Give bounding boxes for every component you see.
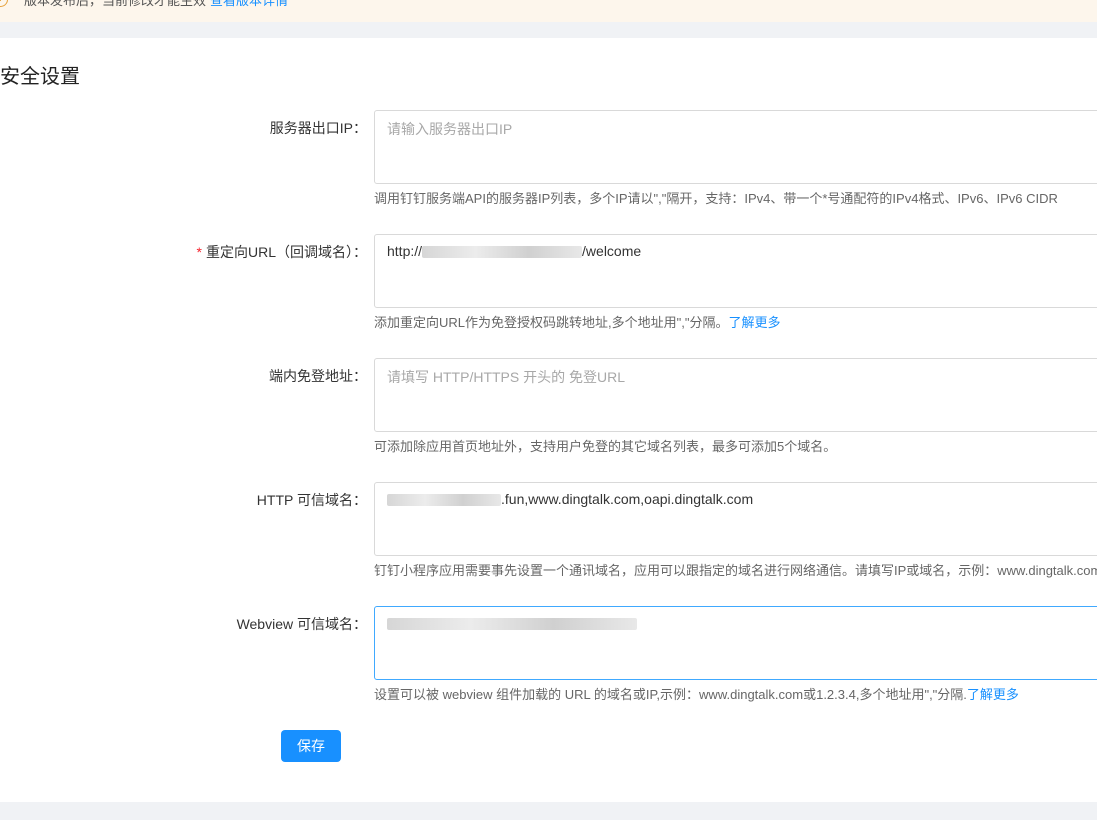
- version-notice-bar: ! 版本发布后，当前修改才能生效查看版本详情: [0, 0, 1097, 22]
- redacted-text: [387, 618, 637, 631]
- http-domain-value: .fun,www.dingtalk.com,oapi.dingtalk.com: [501, 491, 754, 507]
- sso-address-placeholder: 请填写 HTTP/HTTPS 开头的 免登URL: [387, 369, 626, 385]
- page-title: 安全设置: [0, 66, 80, 88]
- server-ip-label: 服务器出口IP：: [269, 120, 367, 136]
- security-settings-panel: 安全设置 服务器出口IP： 请输入服务器出口IP 调用钉钉服务端API的服务器I…: [0, 38, 1097, 802]
- http-domain-input[interactable]: .fun,www.dingtalk.com,oapi.dingtalk.com: [374, 482, 1097, 556]
- sso-address-label: 端内免登地址：: [269, 368, 367, 384]
- webview-domain-label: Webview 可信域名：: [236, 616, 367, 632]
- redirect-url-help: 添加重定向URL作为免登授权码跳转地址,多个地址用","分隔。了解更多: [374, 315, 781, 330]
- sso-address-input[interactable]: 请填写 HTTP/HTTPS 开头的 免登URL: [374, 358, 1097, 432]
- server-ip-help: 调用钉钉服务端API的服务器IP列表，多个IP请以","隔开，支持：IPv4、带…: [374, 191, 1058, 206]
- save-button[interactable]: 保存: [281, 730, 341, 762]
- learn-more-link[interactable]: 了解更多: [967, 687, 1019, 702]
- notice-text: 版本发布后，当前修改才能生效 查看版本详情: [24, 0, 288, 8]
- webview-domain-input[interactable]: [374, 606, 1097, 680]
- http-domain-label: HTTP 可信域名：: [256, 492, 367, 508]
- sso-address-help: 可添加除应用首页地址外，支持用户免登的其它域名列表，最多可添加5个域名。: [374, 439, 837, 454]
- server-ip-placeholder: 请输入服务器出口IP: [387, 121, 513, 137]
- webview-domain-help: 设置可以被 webview 组件加载的 URL 的域名或IP,示例：www.di…: [374, 687, 1019, 702]
- required-mark: *: [196, 244, 202, 260]
- server-ip-input[interactable]: 请输入服务器出口IP: [374, 110, 1097, 184]
- http-domain-help: 钉钉小程序应用需要事先设置一个通讯域名，应用可以跟指定的域名进行网络通信。请填写…: [374, 563, 1097, 578]
- view-version-details-link[interactable]: 查看版本详情: [210, 0, 288, 8]
- learn-more-link[interactable]: 了解更多: [728, 315, 780, 330]
- redirect-url-value-prefix: http://: [387, 243, 423, 259]
- warning-circle-icon: !: [0, 0, 8, 7]
- redirect-url-value-suffix: /welcome: [582, 243, 642, 259]
- redirect-url-label: * 重定向URL（回调域名）：: [196, 244, 367, 260]
- redacted-text: [387, 494, 501, 507]
- redirect-url-input[interactable]: http:// /welcome: [374, 234, 1097, 308]
- redacted-text: [422, 246, 583, 259]
